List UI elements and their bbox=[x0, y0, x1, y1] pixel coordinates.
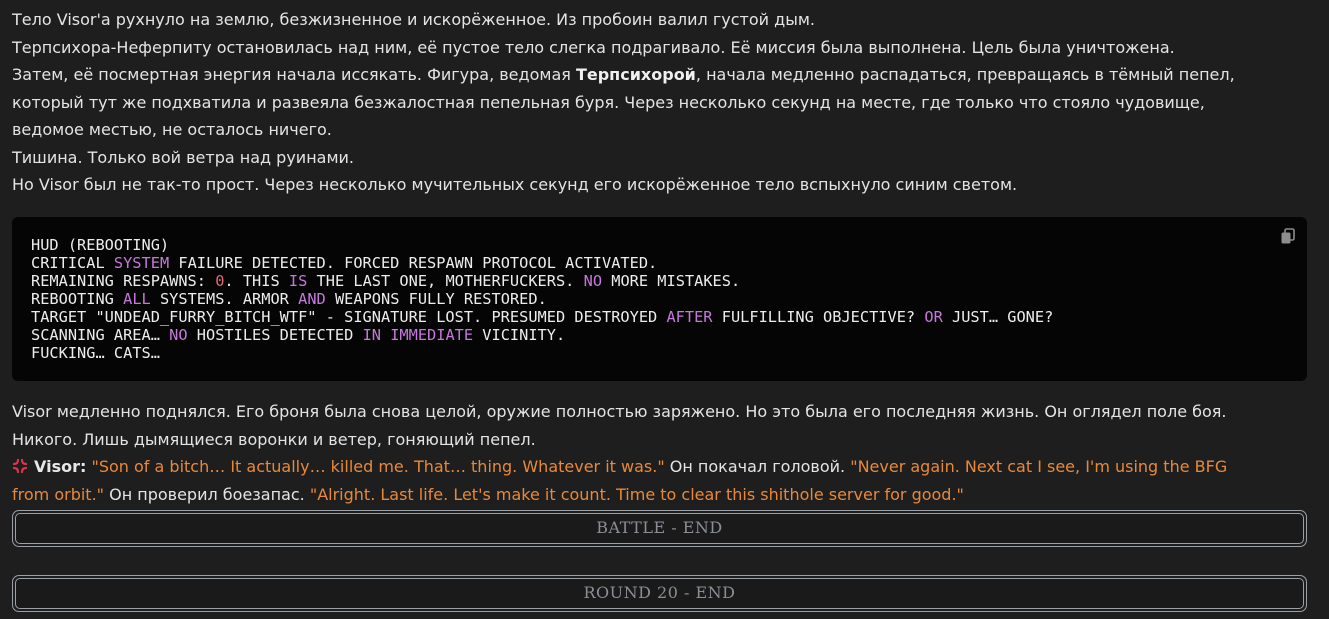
story-line: Тело Visor'a рухнуло на землю, безжизнен… bbox=[12, 10, 815, 29]
story-line: Затем, её посмертная энергия начала исся… bbox=[12, 61, 1312, 89]
hud-line: REBOOTING ALL SYSTEMS. ARMOR AND WEAPONS… bbox=[31, 290, 547, 308]
hud-text: REMAINING RESPAWNS: bbox=[31, 272, 216, 290]
hud-text: VICINITY. bbox=[473, 326, 566, 344]
story-text: , начала медленно распадаться, превращая… bbox=[695, 65, 1235, 84]
hud-text: FULFILLING OBJECTIVE? bbox=[712, 308, 925, 326]
hud-line: FUCKING… CATS… bbox=[31, 344, 160, 362]
chat-message: Тело Visor'a рухнуло на землю, безжизнен… bbox=[0, 0, 1329, 619]
story-line: Никого. Лишь дымящиеся воронки и ветер, … bbox=[12, 429, 536, 449]
hud-text: . THIS bbox=[224, 272, 289, 290]
after-paragraph: Visor медленно поднялся. Его броня была … bbox=[12, 398, 1312, 453]
dialogue-line: Visor: "Son of a bitch… It actually… kil… bbox=[12, 453, 1312, 481]
hud-text: SYSTEMS. ARMOR bbox=[150, 290, 299, 308]
hud-text bbox=[381, 326, 390, 344]
round-end-banner: ROUND 20 - END bbox=[12, 575, 1307, 612]
story-line: Терпсихора-Неферпиту остановилась над ни… bbox=[12, 37, 1175, 57]
dialogue-quote: "Son of a bitch… It actually… killed me.… bbox=[91, 457, 665, 476]
story-paragraph: Тело Visor'a рухнуло на землю, безжизнен… bbox=[12, 6, 1312, 199]
hud-text: WEAPONS FULLY RESTORED. bbox=[325, 290, 547, 308]
hud-line: CRITICAL SYSTEM FAILURE DETECTED. FORCED… bbox=[31, 254, 657, 272]
hud-text: TARGET "UNDEAD_FURRY_BITCH_WTF" - SIGNAT… bbox=[31, 308, 667, 326]
dialogue-line: from orbit." Он проверил боезапас. "Alri… bbox=[12, 481, 1312, 509]
story-line: ведомое местью, не осталось ничего. bbox=[12, 120, 332, 139]
copy-icon[interactable] bbox=[1279, 227, 1297, 245]
story-line: Тишина. Только вой ветра над руинами. bbox=[12, 147, 355, 167]
battle-end-label: BATTLE - END bbox=[15, 513, 1304, 544]
hud-keyword: IMMEDIATE bbox=[390, 326, 474, 344]
story-bold-name: Терпсихорой bbox=[575, 65, 696, 84]
speaker-name: Visor: bbox=[34, 457, 87, 476]
battle-end-banner: BATTLE - END bbox=[12, 510, 1307, 547]
story-line: Но Visor был не так-то прост. Через неск… bbox=[12, 175, 1018, 194]
hud-code-block: HUD (REBOOTING) CRITICAL SYSTEM FAILURE … bbox=[12, 217, 1307, 381]
hud-text: THE LAST ONE, MOTHERFUCKERS. bbox=[307, 272, 584, 290]
hud-keyword: ALL bbox=[123, 290, 151, 308]
hud-text: MORE MISTAKES. bbox=[602, 272, 741, 290]
hud-text: FAILURE DETECTED. FORCED RESPAWN PROTOCO… bbox=[169, 254, 658, 272]
hud-line: REMAINING RESPAWNS: 0. THIS IS THE LAST … bbox=[31, 272, 740, 290]
hud-keyword: OR bbox=[924, 308, 943, 326]
hud-code-text: HUD (REBOOTING) CRITICAL SYSTEM FAILURE … bbox=[31, 236, 1289, 362]
round-end-label: ROUND 20 - END bbox=[15, 578, 1304, 609]
visor-dialogue: Visor: "Son of a bitch… It actually… kil… bbox=[12, 453, 1312, 509]
story-line: который тут же подхватила и развеяла без… bbox=[12, 92, 1205, 112]
hud-keyword: NO bbox=[583, 272, 603, 290]
anger-symbol-icon bbox=[12, 458, 28, 474]
hud-text: HUD (REBOOTING) bbox=[31, 236, 170, 254]
hud-line: TARGET "UNDEAD_FURRY_BITCH_WTF" - SIGNAT… bbox=[31, 308, 1053, 326]
narration: Он проверил боезапас. bbox=[104, 485, 310, 504]
narration: Он покачал головой. bbox=[664, 457, 851, 476]
hud-keyword: SYSTEM bbox=[113, 254, 170, 272]
hud-keyword: AFTER bbox=[666, 308, 713, 326]
hud-text: JUST… GONE? bbox=[942, 308, 1054, 326]
dialogue-quote: "Never again. Next cat I see, I'm using … bbox=[850, 457, 1228, 476]
hud-text: CRITICAL bbox=[31, 254, 114, 272]
hud-keyword: IN bbox=[362, 326, 381, 344]
hud-text: HOSTILES DETECTED bbox=[187, 326, 363, 344]
hud-line: HUD (REBOOTING) bbox=[31, 236, 169, 254]
hud-text: REBOOTING bbox=[31, 290, 124, 308]
hud-keyword: NO bbox=[169, 326, 188, 344]
hud-keyword: AND bbox=[298, 290, 326, 308]
hud-keyword: IS bbox=[288, 272, 308, 290]
dialogue-quote: from orbit." bbox=[12, 485, 105, 504]
dialogue-quote: "Alright. Last life. Let's make it count… bbox=[309, 485, 964, 504]
hud-line: SCANNING AREA… NO HOSTILES DETECTED IN I… bbox=[31, 326, 565, 344]
hud-text: FUCKING… CATS… bbox=[31, 344, 160, 362]
story-line: Visor медленно поднялся. Его броня была … bbox=[12, 402, 1227, 421]
story-text: Затем, её посмертная энергия начала исся… bbox=[12, 65, 576, 84]
hud-text: SCANNING AREA… bbox=[31, 326, 170, 344]
